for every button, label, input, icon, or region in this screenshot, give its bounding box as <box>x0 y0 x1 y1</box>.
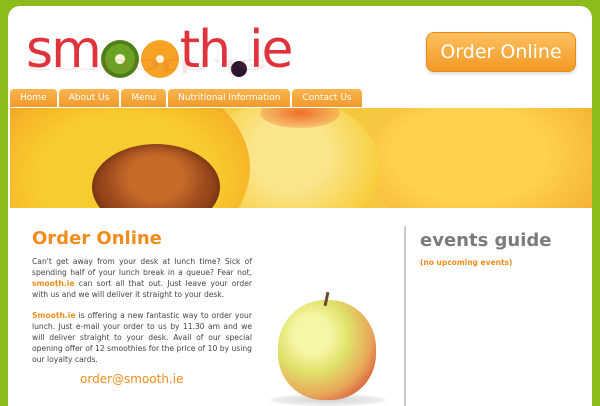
page-title: Order Online <box>32 228 162 249</box>
page-container: sm th ie smooth.ie Order Online Home About… <box>8 6 592 406</box>
main-nav: Home About Us Menu Nutritional Informati… <box>10 89 362 107</box>
intro-text: Can't get away from your desk at lunch t… <box>32 257 252 277</box>
column-divider <box>404 226 406 406</box>
nav-item-menu[interactable]: Menu <box>121 89 167 107</box>
nav-item-nutritional-information[interactable]: Nutritional Information <box>168 89 291 107</box>
logo[interactable]: sm th ie smooth.ie <box>26 20 316 90</box>
offer-paragraph: Smooth.ie is offering a new fantastic wa… <box>32 310 252 365</box>
nav-item-contact-us[interactable]: Contact Us <box>292 89 362 107</box>
brand-name: Smooth.ie <box>32 311 76 320</box>
main-content: Order Online Can't get away from your de… <box>8 208 592 406</box>
brand-name: smooth.ie <box>32 279 75 288</box>
order-online-button[interactable]: Order Online <box>426 32 576 72</box>
order-email-link[interactable]: order@smooth.ie <box>80 372 183 386</box>
apple-image <box>278 300 376 400</box>
no-events-text: (no upcoming events) <box>420 258 513 267</box>
banner-image <box>10 108 592 208</box>
nav-item-home[interactable]: Home <box>10 89 57 107</box>
peach-right-shape <box>370 108 592 208</box>
nav-item-about-us[interactable]: About Us <box>58 89 120 107</box>
intro-paragraph: Can't get away from your desk at lunch t… <box>32 256 252 300</box>
logo-reflection: smooth.ie <box>26 55 266 76</box>
events-guide-title: events guide <box>420 230 552 251</box>
